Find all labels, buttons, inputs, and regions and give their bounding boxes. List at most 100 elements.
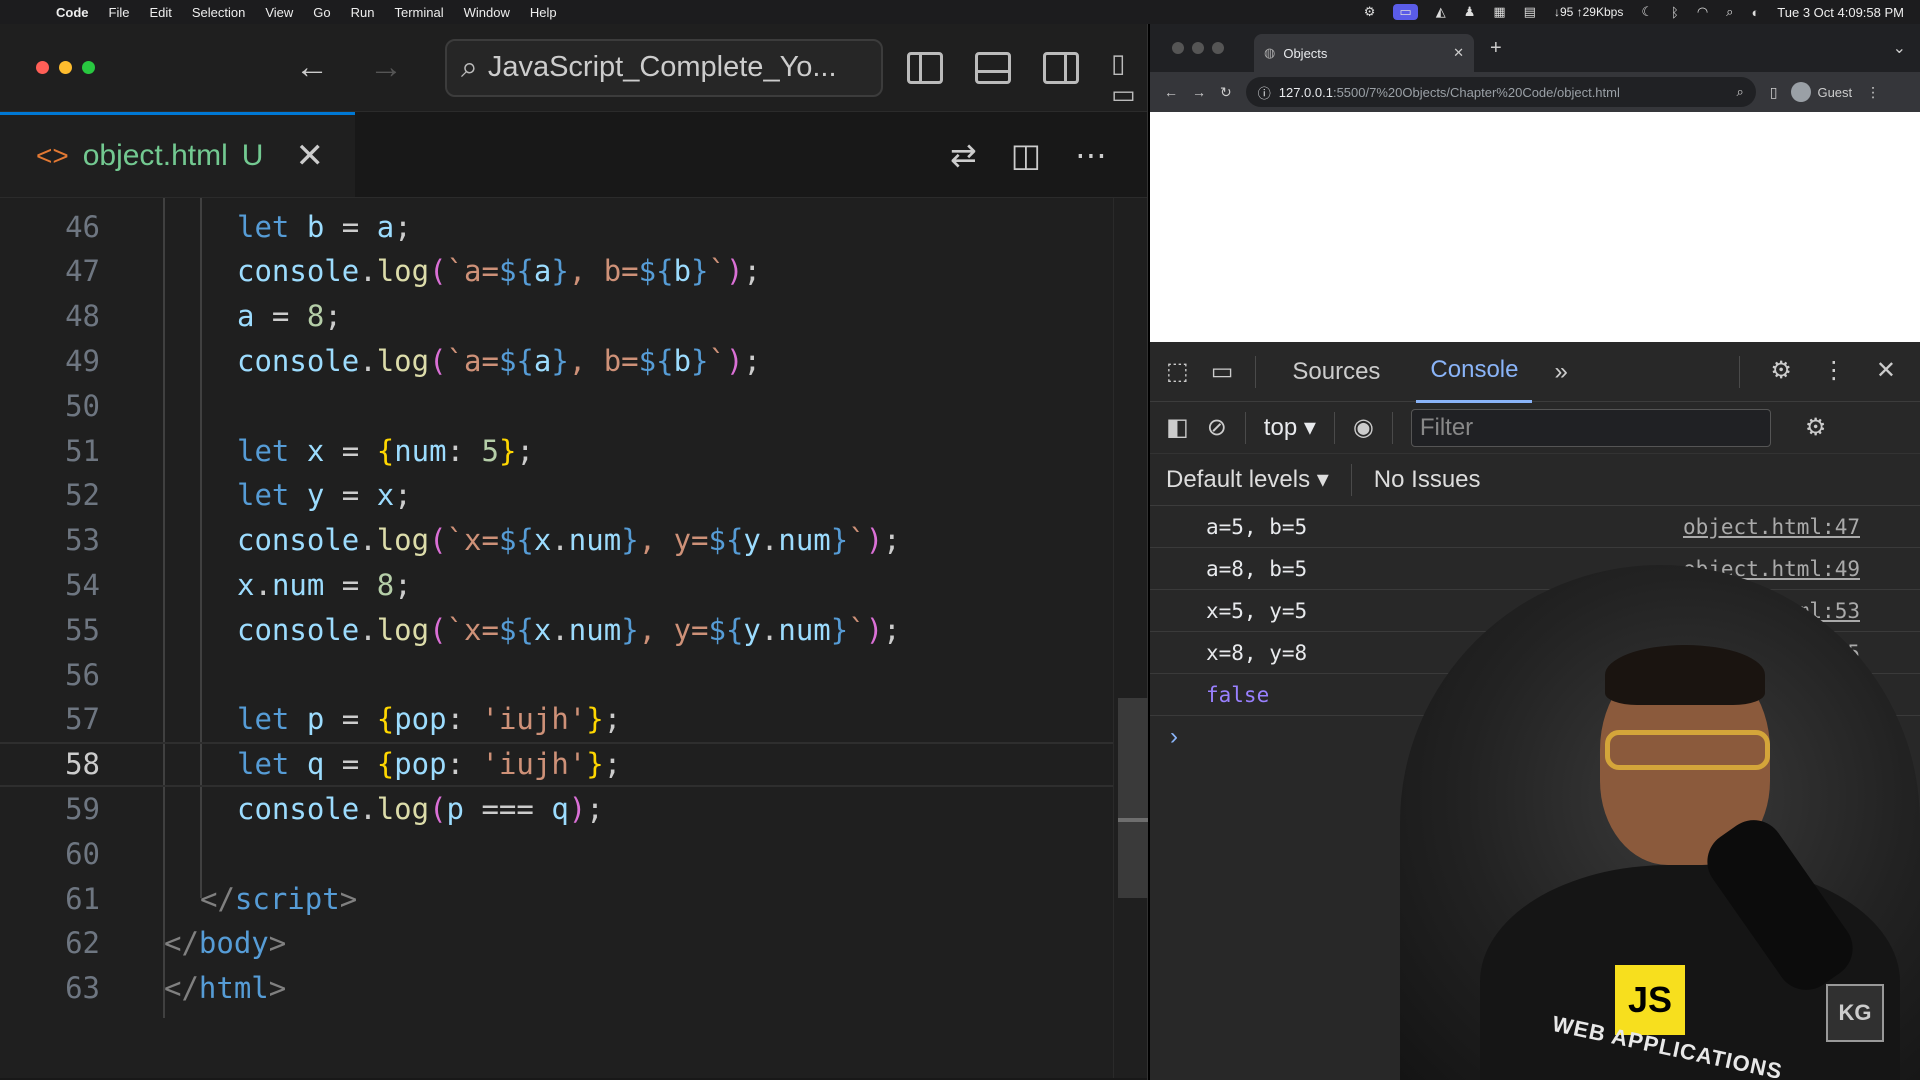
forward-arrow-icon[interactable]: → bbox=[1192, 84, 1206, 100]
sidebar-toggle-icon[interactable]: ◧ bbox=[1166, 413, 1189, 442]
line-number[interactable]: 55 bbox=[0, 613, 100, 647]
code-line[interactable]: 51 let x = {num: 5}; bbox=[0, 428, 1115, 473]
line-number[interactable]: 61 bbox=[0, 882, 100, 916]
code-text[interactable]: </script> bbox=[200, 882, 357, 916]
back-arrow-icon[interactable]: ← bbox=[1164, 84, 1178, 100]
customize-layout-icon[interactable] bbox=[1111, 48, 1147, 110]
clear-console-icon[interactable]: ⊘ bbox=[1207, 413, 1227, 442]
back-arrow-icon[interactable]: ← bbox=[295, 48, 329, 87]
code-line[interactable]: 48 a = 8; bbox=[0, 294, 1115, 339]
close-icon[interactable]: ✕ bbox=[1876, 356, 1896, 388]
menu-view[interactable]: View bbox=[265, 5, 293, 20]
close-window-button[interactable] bbox=[36, 61, 49, 74]
code-text[interactable]: let b = a; bbox=[237, 210, 412, 244]
line-number[interactable]: 46 bbox=[0, 210, 100, 244]
line-number[interactable]: 57 bbox=[0, 702, 100, 736]
page-viewport[interactable] bbox=[1150, 112, 1920, 342]
menu-app[interactable]: Code bbox=[56, 5, 89, 20]
gear-icon[interactable]: ⚙ bbox=[1770, 356, 1792, 388]
line-number[interactable]: 62 bbox=[0, 926, 100, 960]
minimize-window-button[interactable] bbox=[59, 61, 72, 74]
code-line[interactable]: 50 bbox=[0, 383, 1115, 428]
line-number[interactable]: 48 bbox=[0, 299, 100, 333]
zoom-window-button[interactable] bbox=[1212, 42, 1224, 54]
menu-file[interactable]: File bbox=[109, 5, 130, 20]
code-line[interactable]: 63 </html> bbox=[0, 966, 1115, 1011]
editor-scrollbar[interactable] bbox=[1113, 198, 1148, 1078]
line-number[interactable]: 60 bbox=[0, 837, 100, 871]
spotlight-icon[interactable]: ⌕ bbox=[1726, 4, 1733, 20]
source-link[interactable]: object.html:47 bbox=[1683, 515, 1860, 539]
device-toolbar-icon[interactable]: ▭ bbox=[1211, 357, 1234, 386]
line-number[interactable]: 52 bbox=[0, 478, 100, 512]
code-line[interactable]: 49 console.log(`a=${a}, b=${b}`); bbox=[0, 338, 1115, 383]
menu-help[interactable]: Help bbox=[530, 5, 557, 20]
screen-share-icon[interactable]: ▭ bbox=[1393, 4, 1418, 20]
inspect-element-icon[interactable]: ⬚ bbox=[1166, 357, 1189, 386]
status-user-icon[interactable]: ♟ bbox=[1464, 4, 1476, 20]
log-levels-dropdown[interactable]: Default levels ▾ bbox=[1166, 465, 1329, 494]
status-gear-icon[interactable]: ⚙ bbox=[1364, 4, 1376, 20]
code-text[interactable]: a = 8; bbox=[237, 299, 342, 333]
context-select[interactable]: top ▾ bbox=[1264, 413, 1316, 442]
code-text[interactable]: let p = {pop: 'iujh'}; bbox=[237, 702, 621, 736]
close-icon[interactable]: ✕ bbox=[1453, 45, 1464, 61]
line-number[interactable]: 59 bbox=[0, 792, 100, 826]
close-icon[interactable]: ✕ bbox=[295, 136, 324, 176]
close-window-button[interactable] bbox=[1172, 42, 1184, 54]
tab-sources[interactable]: Sources bbox=[1278, 342, 1394, 402]
code-text[interactable]: console.log(`x=${x.num}, y=${y.num}`); bbox=[237, 613, 901, 647]
open-changes-icon[interactable]: ⇄ bbox=[950, 136, 977, 174]
code-text[interactable]: </body> bbox=[164, 926, 286, 960]
chevron-down-icon[interactable]: ⌄ bbox=[1893, 38, 1906, 58]
scrollbar-thumb[interactable] bbox=[1118, 698, 1148, 898]
menu-terminal[interactable]: Terminal bbox=[395, 5, 444, 20]
zoom-icon[interactable]: ⌕ bbox=[1736, 84, 1743, 100]
code-line[interactable]: 52 let y = x; bbox=[0, 473, 1115, 518]
kebab-menu-icon[interactable]: ⋮ bbox=[1822, 356, 1846, 388]
tab-object-html[interactable]: <> object.html U ✕ bbox=[0, 112, 355, 197]
code-line[interactable]: 62 </body> bbox=[0, 921, 1115, 966]
line-number[interactable]: 47 bbox=[0, 254, 100, 288]
line-number[interactable]: 53 bbox=[0, 523, 100, 557]
code-text[interactable]: console.log(`a=${a}, b=${b}`); bbox=[237, 344, 761, 378]
zoom-window-button[interactable] bbox=[82, 61, 95, 74]
toggle-secondary-sidebar-icon[interactable] bbox=[1043, 51, 1079, 84]
command-center[interactable]: ⌕ JavaScript_Complete_Yo... bbox=[445, 38, 883, 97]
console-settings-gear-icon[interactable]: ⚙ bbox=[1805, 413, 1827, 442]
line-number[interactable]: 54 bbox=[0, 568, 100, 602]
code-line[interactable]: 59 console.log(p === q); bbox=[0, 786, 1115, 831]
menu-go[interactable]: Go bbox=[313, 5, 330, 20]
minimize-window-button[interactable] bbox=[1192, 42, 1204, 54]
browser-tab[interactable]: ◍ Objects ✕ bbox=[1254, 34, 1474, 72]
wifi-icon[interactable]: ◠ bbox=[1697, 4, 1708, 20]
site-info-icon[interactable]: ⓘ bbox=[1258, 83, 1271, 102]
code-line[interactable]: 57 let p = {pop: 'iujh'}; bbox=[0, 697, 1115, 742]
line-number[interactable]: 50 bbox=[0, 389, 100, 423]
clipboard-icon[interactable]: ▤ bbox=[1524, 4, 1536, 20]
chrome-menu-icon[interactable]: ⋮ bbox=[1866, 84, 1880, 101]
code-text[interactable]: x.num = 8; bbox=[237, 568, 412, 602]
new-tab-icon[interactable]: + bbox=[1490, 37, 1502, 60]
code-text[interactable]: let q = {pop: 'iujh'}; bbox=[237, 747, 621, 781]
menu-run[interactable]: Run bbox=[351, 5, 375, 20]
code-line[interactable]: 53 console.log(`x=${x.num}, y=${y.num}`); bbox=[0, 518, 1115, 563]
forward-arrow-icon[interactable]: → bbox=[369, 48, 403, 87]
toggle-primary-sidebar-icon[interactable] bbox=[907, 51, 943, 84]
bluetooth-icon[interactable]: ᛒ bbox=[1671, 5, 1679, 20]
code-line[interactable]: 54 x.num = 8; bbox=[0, 562, 1115, 607]
code-line[interactable]: 46 let b = a; bbox=[0, 204, 1115, 249]
more-tabs-icon[interactable]: » bbox=[1554, 358, 1567, 386]
clock[interactable]: Tue 3 Oct 4:09:58 PM bbox=[1777, 5, 1904, 20]
code-text[interactable]: let x = {num: 5}; bbox=[237, 434, 534, 468]
line-number[interactable]: 63 bbox=[0, 971, 100, 1005]
code-line[interactable]: 58 let q = {pop: 'iujh'}; bbox=[0, 741, 1115, 787]
filter-input[interactable]: Filter bbox=[1410, 408, 1771, 447]
code-text[interactable]: let y = x; bbox=[237, 478, 412, 512]
code-line[interactable]: 61 </script> bbox=[0, 876, 1115, 921]
issues-counter[interactable]: No Issues bbox=[1374, 466, 1481, 494]
profile-button[interactable]: Guest bbox=[1791, 82, 1852, 102]
status-a-icon[interactable]: ◭ bbox=[1436, 4, 1446, 20]
moon-icon[interactable]: ☾ bbox=[1641, 4, 1653, 20]
split-editor-icon[interactable]: ◫ bbox=[1011, 136, 1041, 174]
